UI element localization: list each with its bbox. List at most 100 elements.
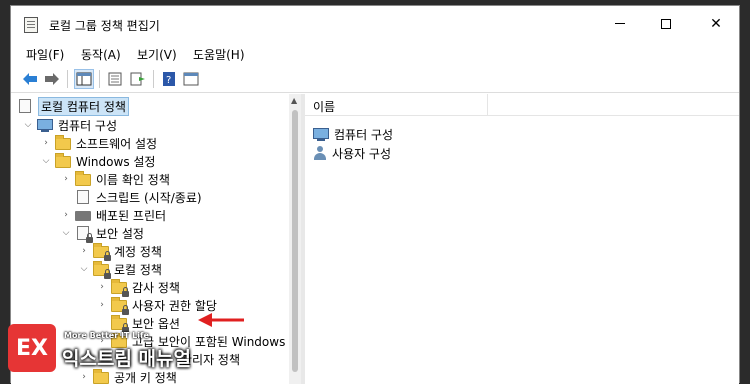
tree-item-security-settings[interactable]: ⌵ 보안 설정 xyxy=(61,224,144,242)
folder-icon xyxy=(55,154,71,168)
forward-icon xyxy=(44,72,60,86)
chevron-right-icon[interactable]: › xyxy=(41,138,51,148)
show-hide-tree-button[interactable] xyxy=(74,69,94,89)
show-hide-tree-icon xyxy=(76,72,92,86)
tree-scrollbar[interactable]: ▲ xyxy=(289,94,301,384)
tree-item-label: 소프트웨어 설정 xyxy=(76,135,157,152)
column-divider[interactable] xyxy=(487,94,488,116)
minimize-button[interactable] xyxy=(597,6,643,41)
tree-item-root[interactable]: 로컬 컴퓨터 정책 xyxy=(17,97,129,115)
maximize-icon xyxy=(661,19,671,29)
toolbar-separator xyxy=(99,70,100,88)
back-icon xyxy=(22,72,38,86)
list-item-user-config[interactable]: 사용자 구성 xyxy=(313,144,391,162)
chevron-down-icon[interactable]: ⌵ xyxy=(41,156,51,166)
brand-logo: EX xyxy=(8,324,56,372)
help-icon: ? xyxy=(161,72,177,86)
maximize-button[interactable] xyxy=(643,6,689,41)
chevron-down-icon[interactable]: ⌵ xyxy=(79,264,89,274)
properties-icon xyxy=(107,72,123,86)
tree-item-label: 보안 옵션 xyxy=(132,315,180,332)
export-list-button[interactable] xyxy=(128,69,148,89)
security-icon xyxy=(75,226,91,240)
list-item-label: 사용자 구성 xyxy=(332,145,391,162)
tree-item-label: 배포된 프린터 xyxy=(96,207,166,224)
chevron-right-icon[interactable]: › xyxy=(79,372,89,382)
export-list-icon xyxy=(130,72,146,86)
window-title: 로컬 그룹 정책 편집기 xyxy=(49,17,160,34)
chevron-right-icon[interactable]: › xyxy=(97,282,107,292)
tree-item-label: 보안 설정 xyxy=(96,225,144,242)
tree-item-deployed-printers[interactable]: › 배포된 프린터 xyxy=(61,206,166,224)
toolbar: ? xyxy=(11,65,739,93)
computer-icon xyxy=(37,118,53,132)
tree-item-label: 컴퓨터 구성 xyxy=(58,117,117,134)
tree-item-security-options[interactable]: 보안 옵션 xyxy=(111,314,180,332)
printer-icon xyxy=(75,208,91,222)
chevron-down-icon[interactable]: ⌵ xyxy=(23,120,33,130)
policy-icon xyxy=(17,99,33,113)
policy-editor-icon xyxy=(24,17,38,33)
red-arrow-annotation xyxy=(196,312,246,328)
locked-folder-icon xyxy=(111,298,127,312)
watermark-tagline: More Better IT Life xyxy=(64,331,149,340)
chevron-right-icon[interactable]: › xyxy=(79,246,89,256)
tree-item-software-settings[interactable]: › 소프트웨어 설정 xyxy=(41,134,157,152)
minimize-icon xyxy=(615,23,625,24)
list-item-computer-config[interactable]: 컴퓨터 구성 xyxy=(313,125,393,143)
chevron-right-icon[interactable]: › xyxy=(97,300,107,310)
title-bar[interactable]: 로컬 그룹 정책 편집기 ✕ xyxy=(11,6,739,41)
menu-bar: 파일(F) 동작(A) 보기(V) 도움말(H) xyxy=(11,41,739,65)
locked-folder-icon xyxy=(93,262,109,276)
properties-button[interactable] xyxy=(105,69,125,89)
tree-item-label: 로컬 정책 xyxy=(114,261,162,278)
chevron-down-icon[interactable]: ⌵ xyxy=(61,228,71,238)
folder-icon xyxy=(93,370,109,384)
tree-item-label: 감사 정책 xyxy=(132,279,180,296)
toolbar-separator xyxy=(67,70,68,88)
locked-folder-icon xyxy=(111,280,127,294)
tree-item-name-resolution[interactable]: › 이름 확인 정책 xyxy=(61,170,170,188)
tree-item-label: Windows 설정 xyxy=(76,153,155,170)
chevron-right-icon[interactable]: › xyxy=(61,174,71,184)
scrollbar-thumb[interactable] xyxy=(292,110,298,372)
menu-view[interactable]: 보기(V) xyxy=(137,46,177,63)
close-button[interactable]: ✕ xyxy=(693,6,739,41)
scroll-up-icon[interactable]: ▲ xyxy=(291,96,297,105)
tree-item-label: 로컬 컴퓨터 정책 xyxy=(38,97,129,116)
tree-item-label: 계정 정책 xyxy=(114,243,162,260)
tree-item-scripts[interactable]: 스크립트 (시작/종료) xyxy=(75,188,202,206)
back-button[interactable] xyxy=(20,69,40,89)
details-pane: 이름 컴퓨터 구성 사용자 구성 xyxy=(305,94,739,384)
locked-folder-icon xyxy=(93,244,109,258)
tree-item-local-policies[interactable]: ⌵ 로컬 정책 xyxy=(79,260,162,278)
tree-item-computer-config[interactable]: ⌵ 컴퓨터 구성 xyxy=(23,116,117,134)
tree-item-windows-settings[interactable]: ⌵ Windows 설정 xyxy=(41,152,155,170)
chevron-right-icon[interactable]: › xyxy=(61,210,71,220)
folder-icon xyxy=(75,172,91,186)
script-icon xyxy=(75,190,91,204)
column-header[interactable]: 이름 xyxy=(305,94,739,116)
tree-item-account-policies[interactable]: › 계정 정책 xyxy=(79,242,162,260)
tree-item-label: 스크립트 (시작/종료) xyxy=(96,189,202,206)
computer-icon xyxy=(313,127,329,141)
view-icon xyxy=(183,72,199,86)
watermark-brand: 익스트림 매뉴얼 xyxy=(62,344,191,371)
locked-folder-icon xyxy=(111,316,127,330)
tree-item-audit-policy[interactable]: › 감사 정책 xyxy=(97,278,180,296)
menu-file[interactable]: 파일(F) xyxy=(26,46,64,63)
menu-action[interactable]: 동작(A) xyxy=(81,46,121,63)
column-name-label: 이름 xyxy=(313,98,335,115)
list-item-label: 컴퓨터 구성 xyxy=(334,126,393,143)
forward-button[interactable] xyxy=(42,69,62,89)
folder-icon xyxy=(55,136,71,150)
toolbar-separator xyxy=(153,70,154,88)
tree-item-label: 사용자 권한 할당 xyxy=(132,297,217,314)
help-button[interactable]: ? xyxy=(159,69,179,89)
svg-text:?: ? xyxy=(166,75,171,86)
view-button[interactable] xyxy=(181,69,201,89)
window: 로컬 그룹 정책 편집기 ✕ 파일(F) 동작(A) 보기(V) 도움말(H) … xyxy=(10,5,740,383)
menu-help[interactable]: 도움말(H) xyxy=(193,46,245,63)
tree-item-label: 이름 확인 정책 xyxy=(96,171,170,188)
user-icon xyxy=(313,146,327,160)
